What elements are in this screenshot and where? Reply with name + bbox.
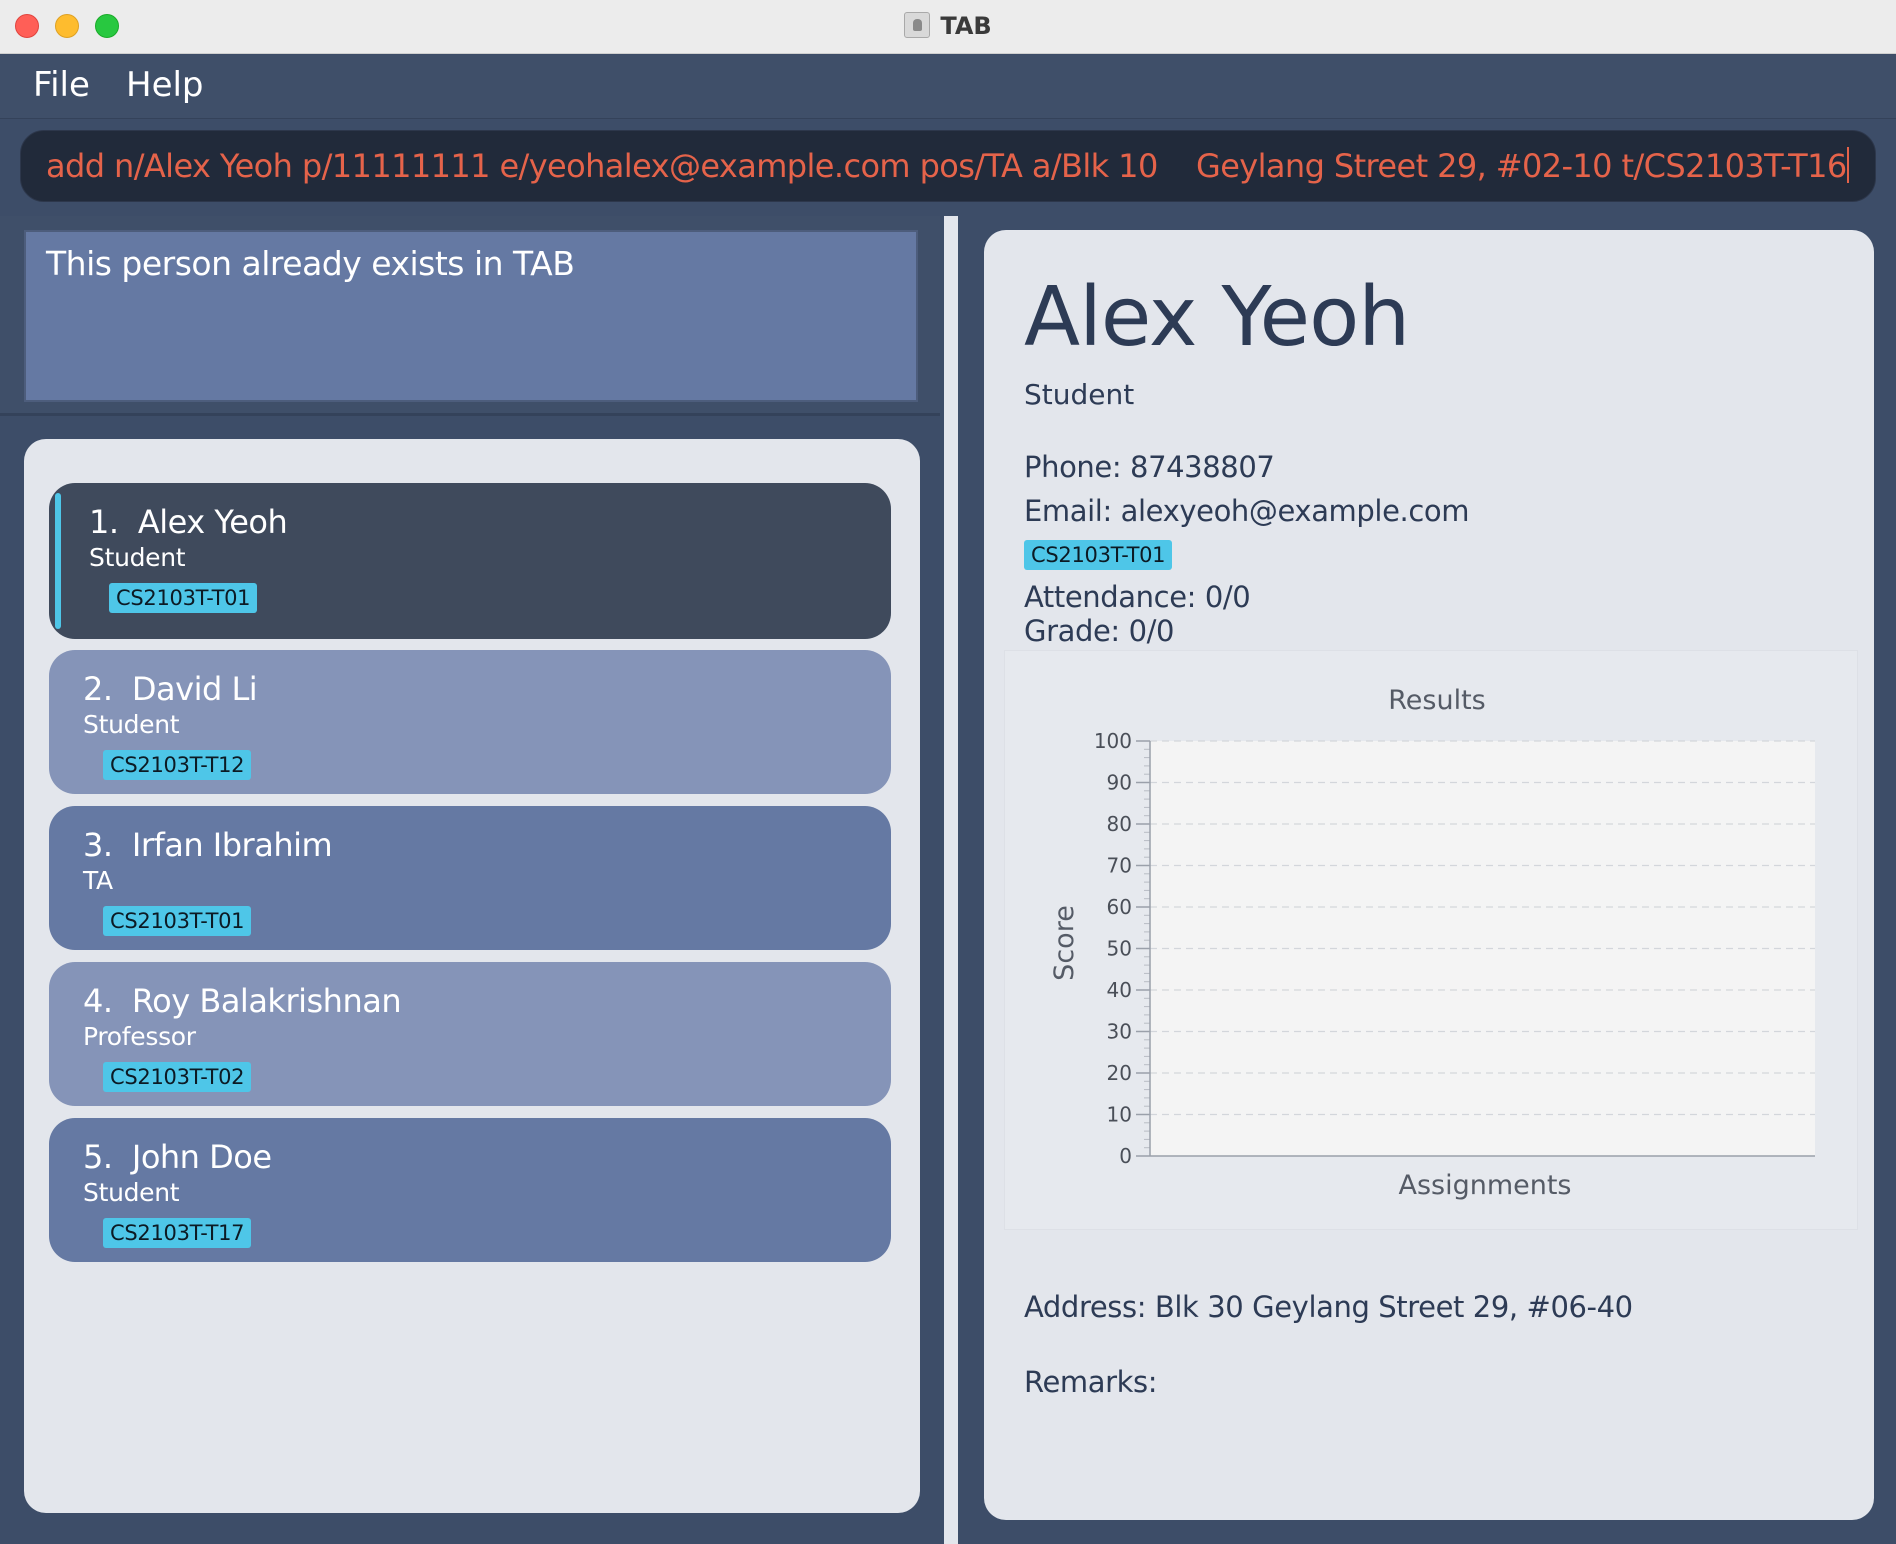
person-name-line: 4. Roy Balakrishnan (83, 982, 402, 1020)
person-list[interactable]: 1. Alex Yeoh Student CS2103T-T01 2. Davi… (24, 439, 920, 1513)
result-pane: This person already exists in TAB (0, 216, 940, 416)
tag-badge: CS2103T-T01 (103, 906, 252, 936)
command-area: add n/Alex Yeoh p/11111111 e/yeohalex@ex… (0, 120, 1896, 216)
person-name: Irfan Ibrahim (131, 826, 333, 864)
result-message: This person already exists in TAB (46, 244, 575, 283)
person-detail-panel: Alex Yeoh Student Phone: 87438807 Email:… (984, 230, 1874, 1520)
menu-file[interactable]: File (33, 65, 90, 105)
results-chart: Results Assignments Score 0 10 20 30 40 50 60 7… (1004, 650, 1858, 1230)
person-name: John Doe (131, 1138, 272, 1176)
y-tick-label: 60 (1107, 895, 1132, 919)
person-index: 3. (83, 826, 113, 864)
person-card[interactable]: 1. Alex Yeoh Student CS2103T-T01 (49, 483, 891, 639)
chart-plot-area: 0 10 20 30 40 50 60 70 80 90 100 (1094, 729, 1815, 1168)
menu-bar: File Help (0, 55, 1896, 119)
chart-x-axis-label: Assignments (1398, 1170, 1571, 1201)
person-name-line: 1. Alex Yeoh (89, 503, 288, 541)
tag-badge: CS2103T-T17 (103, 1218, 252, 1248)
detail-role: Student (1024, 378, 1135, 411)
person-name: David Li (131, 670, 258, 708)
window-title: TAB (0, 12, 1896, 40)
y-tick-label: 10 (1107, 1103, 1132, 1127)
command-text: add n/Alex Yeoh p/11111111 e/yeohalex@ex… (46, 147, 1847, 185)
text-caret (1846, 147, 1849, 183)
detail-address: Address: Blk 30 Geylang Street 29, #06-4… (1024, 1290, 1633, 1324)
chart-title: Results (1388, 685, 1486, 716)
y-tick-label: 80 (1107, 812, 1132, 836)
results-chart-svg: Results Assignments Score 0 10 20 30 40 50 60 7… (1049, 685, 1815, 1201)
y-tick-label: 20 (1107, 1061, 1132, 1085)
command-input[interactable]: add n/Alex Yeoh p/11111111 e/yeohalex@ex… (20, 130, 1876, 202)
person-role: Student (89, 543, 186, 572)
person-name: Roy Balakrishnan (131, 982, 402, 1020)
person-name-line: 2. David Li (83, 670, 258, 708)
menu-help[interactable]: Help (126, 65, 204, 105)
person-name: Alex Yeoh (137, 503, 288, 541)
detail-remarks: Remarks: (1024, 1365, 1158, 1399)
detail-grade: Grade: 0/0 (1024, 614, 1175, 648)
person-list-pane: 1. Alex Yeoh Student CS2103T-T01 2. Davi… (0, 418, 940, 1544)
window-titlebar: TAB (0, 0, 1896, 54)
person-role: TA (83, 866, 113, 895)
detail-attendance: Attendance: 0/0 (1024, 580, 1251, 614)
tag-badge: CS2103T-T12 (103, 750, 252, 780)
person-index: 2. (83, 670, 113, 708)
person-card[interactable]: 3. Irfan Ibrahim TA CS2103T-T01 (49, 806, 891, 950)
tag-badge: CS2103T-T02 (103, 1062, 252, 1092)
person-name-line: 3. Irfan Ibrahim (83, 826, 333, 864)
person-card[interactable]: 2. David Li Student CS2103T-T12 (49, 650, 891, 794)
person-index: 1. (89, 503, 119, 541)
y-tick-label: 0 (1119, 1144, 1132, 1168)
chart-y-axis-label: Score (1049, 905, 1080, 981)
person-role: Student (83, 1178, 180, 1207)
person-name-line: 5. John Doe (83, 1138, 272, 1176)
y-tick-label: 90 (1107, 771, 1132, 795)
window-title-text: TAB (940, 12, 992, 40)
person-index: 5. (83, 1138, 113, 1176)
y-tick-label: 40 (1107, 978, 1132, 1002)
y-tick-label: 30 (1107, 1020, 1132, 1044)
person-card[interactable]: 4. Roy Balakrishnan Professor CS2103T-T0… (49, 962, 891, 1106)
person-index: 4. (83, 982, 113, 1020)
y-tick-label: 50 (1107, 937, 1132, 961)
selection-indicator (55, 493, 61, 629)
person-card[interactable]: 5. John Doe Student CS2103T-T17 (49, 1118, 891, 1262)
app-icon (904, 12, 931, 38)
person-role: Student (83, 710, 180, 739)
y-tick-label: 70 (1107, 854, 1132, 878)
person-role: Professor (83, 1022, 196, 1051)
detail-name: Alex Yeoh (1024, 270, 1410, 365)
detail-phone: Phone: 87438807 (1024, 450, 1275, 484)
tag-badge: CS2103T-T01 (109, 583, 258, 613)
result-display[interactable]: This person already exists in TAB (24, 230, 918, 402)
detail-tag-badge: CS2103T-T01 (1024, 540, 1173, 570)
y-tick-label: 100 (1094, 729, 1132, 753)
detail-email: Email: alexyeoh@example.com (1024, 494, 1470, 528)
split-pane-divider[interactable] (944, 216, 958, 1544)
